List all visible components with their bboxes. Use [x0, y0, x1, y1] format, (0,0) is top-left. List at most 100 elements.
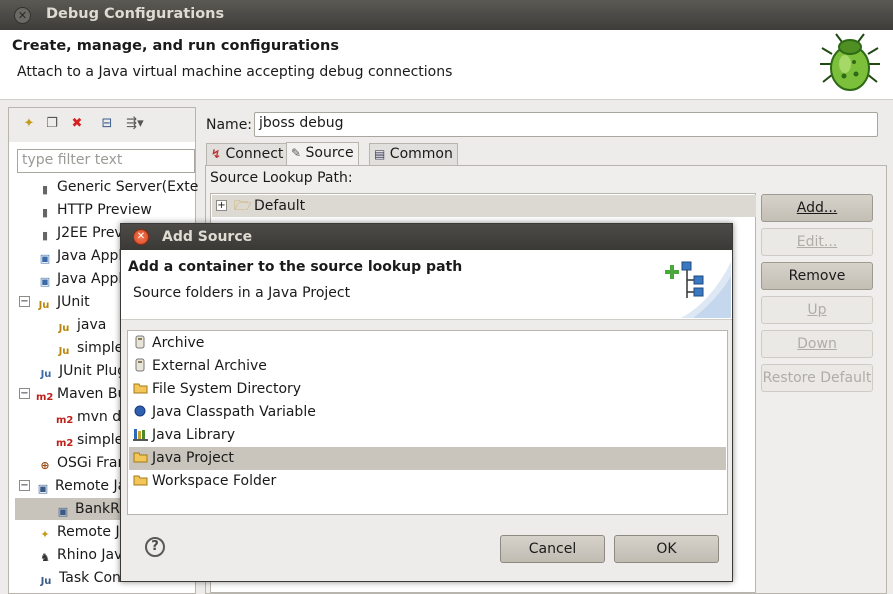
list-item[interactable]: Workspace Folder	[129, 470, 726, 493]
connect-icon: ↯	[211, 147, 222, 161]
help-icon[interactable]: ?	[145, 537, 165, 557]
tab-common[interactable]: ▤ Common	[369, 143, 458, 165]
up-button[interactable]: Up	[761, 296, 873, 324]
window-titlebar[interactable]: ✕ Debug Configurations	[0, 0, 893, 30]
new-config-icon[interactable]: ✦	[21, 116, 37, 132]
source-icon: ✎	[291, 146, 302, 160]
collapse-all-icon[interactable]: ⊟	[99, 116, 115, 132]
tree-item-label: Task Cont	[59, 570, 127, 586]
tree-item-label: Remote Ja	[55, 478, 127, 494]
remote-app-icon: ✦	[40, 528, 50, 541]
tree-item[interactable]: ▮ HTTP Preview	[9, 199, 195, 221]
tree-item-label: Remote Ja	[57, 524, 129, 540]
window-title: Debug Configurations	[46, 6, 225, 22]
tree-item-label: simple	[77, 340, 124, 356]
tree-item-label: Generic Server(Exter	[57, 179, 205, 195]
filter-menu-icon[interactable]: ⇶▾	[121, 116, 149, 132]
dialog-header-title: Add a container to the source lookup pat…	[128, 259, 463, 275]
filter-input[interactable]: type filter text	[17, 149, 195, 173]
folder-icon	[133, 449, 148, 463]
tree-item-label: simple	[77, 432, 124, 448]
rhino-icon: ♞	[40, 551, 50, 564]
variable-icon	[133, 403, 147, 417]
down-button[interactable]: Down	[761, 330, 873, 358]
dialog-header-subtitle: Source folders in a Java Project	[133, 285, 351, 301]
delete-icon[interactable]: ✖	[69, 116, 85, 132]
name-field[interactable]: jboss debug	[254, 112, 878, 137]
junit-plugin-icon: Ju	[40, 369, 52, 380]
task-icon: Ju	[40, 576, 52, 587]
server-icon: ▮	[41, 183, 49, 196]
close-icon[interactable]: ✕	[133, 229, 149, 245]
duplicate-icon[interactable]: ❐	[44, 116, 60, 132]
cancel-button[interactable]: Cancel	[500, 535, 605, 563]
tree-toolbar: ✦ ❐ ✖ ⊟ ⇶▾	[9, 108, 195, 142]
name-label: Name:	[206, 117, 253, 133]
list-item-label: External Archive	[152, 358, 267, 374]
list-item[interactable]: External Archive	[129, 355, 726, 378]
m2-icon: m2	[36, 392, 54, 403]
edit-button[interactable]: Edit...	[761, 228, 873, 256]
m2-icon: m2	[56, 415, 74, 426]
server-icon: ▮	[41, 206, 49, 219]
source-type-list[interactable]: Archive External Archive File System Direc…	[127, 330, 728, 515]
tree-item-label: HTTP Preview	[57, 202, 152, 218]
add-source-dialog: ✕ Add Source Add a container to the sour…	[120, 223, 733, 582]
folder-icon	[133, 380, 148, 394]
ok-button[interactable]: OK	[614, 535, 719, 563]
m2-icon: m2	[56, 438, 74, 449]
add-button[interactable]: Add...	[761, 194, 873, 222]
source-lookup-label: Source Lookup Path:	[210, 170, 353, 186]
add-source-banner-icon	[665, 261, 731, 318]
remote-java-icon: ▣	[37, 482, 49, 495]
dialog-banner: Add a container to the source lookup pat…	[121, 250, 732, 320]
collapse-icon[interactable]: −	[19, 296, 30, 307]
tree-item-label: java	[77, 317, 107, 333]
debug-bug-icon	[820, 33, 880, 91]
java-app-icon: ▣	[39, 275, 51, 288]
tree-item[interactable]: ▮ Generic Server(Exter	[9, 176, 204, 198]
tree-item-label: J2EE Previ	[57, 225, 127, 241]
dialog-titlebar[interactable]: ✕ Add Source	[121, 224, 732, 250]
tree-item-label: JUnit	[57, 294, 90, 310]
list-item[interactable]: Java Library	[129, 424, 726, 447]
library-icon	[133, 426, 148, 441]
expand-icon[interactable]: +	[216, 200, 227, 211]
archive-icon	[133, 334, 147, 349]
window-close-icon[interactable]: ✕	[14, 7, 31, 24]
collapse-icon[interactable]: −	[19, 388, 30, 399]
tree-item-label: JUnit Plug	[59, 363, 127, 379]
archive-icon	[133, 357, 147, 372]
osgi-icon: ⊕	[40, 459, 50, 472]
header-subtitle: Attach to a Java virtual machine accepti…	[17, 64, 453, 80]
folder-icon	[133, 472, 148, 486]
header-title: Create, manage, and run configurations	[12, 38, 339, 54]
default-entry-label: Default	[254, 198, 306, 214]
tree-item-label: Java Appli	[57, 271, 127, 287]
remove-button[interactable]: Remove	[761, 262, 873, 290]
list-item-label: Java Library	[152, 427, 235, 443]
list-item[interactable]: Java Classpath Variable	[129, 401, 726, 424]
list-item-label: Workspace Folder	[152, 473, 277, 489]
dialog-header: Create, manage, and run configurations A…	[0, 30, 893, 100]
list-item-label: Archive	[152, 335, 205, 351]
list-item[interactable]: Archive	[129, 332, 726, 355]
restore-default-button[interactable]: Restore Default	[761, 364, 873, 392]
list-item-label: Java Project	[152, 450, 234, 466]
tree-item-label: Maven Bu	[57, 386, 127, 402]
remote-java-icon: ▣	[57, 505, 69, 518]
dialog-title: Add Source	[162, 229, 253, 245]
tab-source[interactable]: ✎ Source	[286, 142, 359, 166]
list-item-label: File System Directory	[152, 381, 302, 397]
junit-icon: Ju	[58, 323, 70, 334]
collapse-icon[interactable]: −	[19, 480, 30, 491]
server-icon: ▮	[41, 229, 49, 242]
junit-icon: Ju	[38, 300, 50, 311]
list-item[interactable]: Java Project	[129, 447, 726, 470]
tab-connect[interactable]: ↯ Connect	[206, 143, 289, 165]
list-item[interactable]: + 🗁 Default	[212, 195, 756, 217]
common-icon: ▤	[374, 147, 386, 161]
list-item[interactable]: File System Directory	[129, 378, 726, 401]
applet-icon: ▣	[39, 252, 51, 265]
junit-icon: Ju	[58, 346, 70, 357]
